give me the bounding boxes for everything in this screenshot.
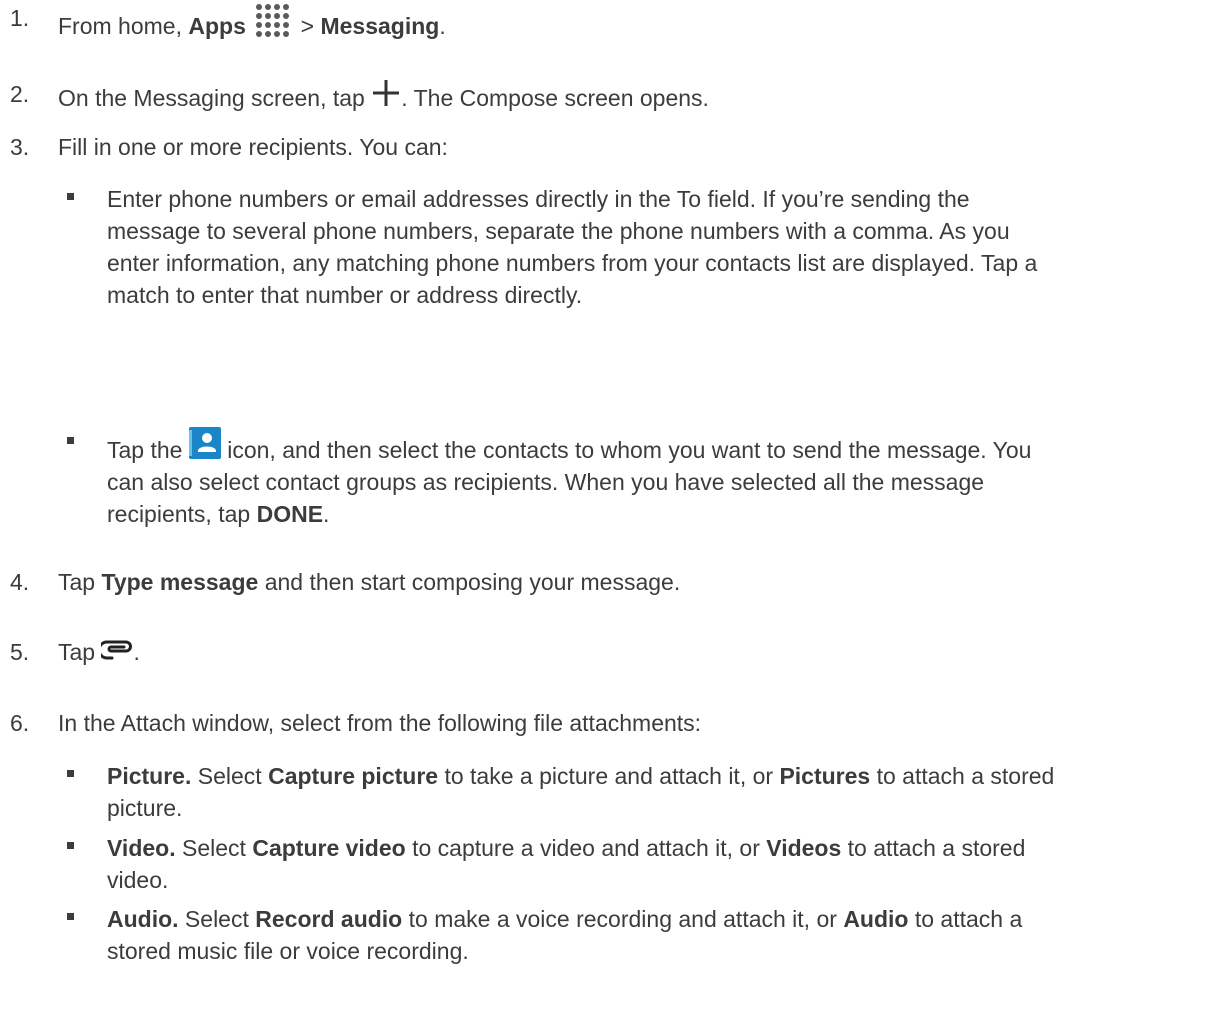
bullet-icon	[67, 193, 74, 200]
paperclip-icon	[101, 640, 133, 660]
bullet-icon	[67, 770, 74, 777]
step-number: 4.	[10, 569, 30, 595]
done-label: DONE	[256, 501, 324, 527]
bullet-icon	[67, 842, 74, 849]
type-message-label: Type message	[101, 569, 259, 595]
apps-grid-icon	[256, 4, 290, 37]
list-item-text: Enter phone numbers or email addresses d…	[107, 186, 1038, 308]
step-number: 3.	[10, 134, 30, 160]
step-text: On the Messaging screen, tap	[58, 85, 372, 111]
step-text: From home,	[58, 13, 189, 39]
instructions-document: 1. From home, Apps > Messaging. 2. On th…	[0, 0, 1215, 1018]
contacts-icon	[188, 427, 221, 459]
apps-label: Apps	[188, 13, 246, 39]
messaging-label: Messaging	[320, 13, 440, 39]
step-number: 1.	[10, 5, 30, 31]
step-number: 2.	[10, 81, 30, 107]
plus-icon	[373, 80, 400, 106]
step-number: 6.	[10, 710, 30, 736]
step-text: In the Attach window, select from the fo…	[58, 710, 702, 736]
step-number: 5.	[10, 639, 30, 665]
bullet-icon	[67, 437, 74, 444]
bullet-icon	[67, 913, 74, 920]
list-item-text: Tap the icon, and then select the contac…	[107, 427, 1207, 530]
step-text: Fill in one or more recipients. You can:	[58, 134, 448, 160]
